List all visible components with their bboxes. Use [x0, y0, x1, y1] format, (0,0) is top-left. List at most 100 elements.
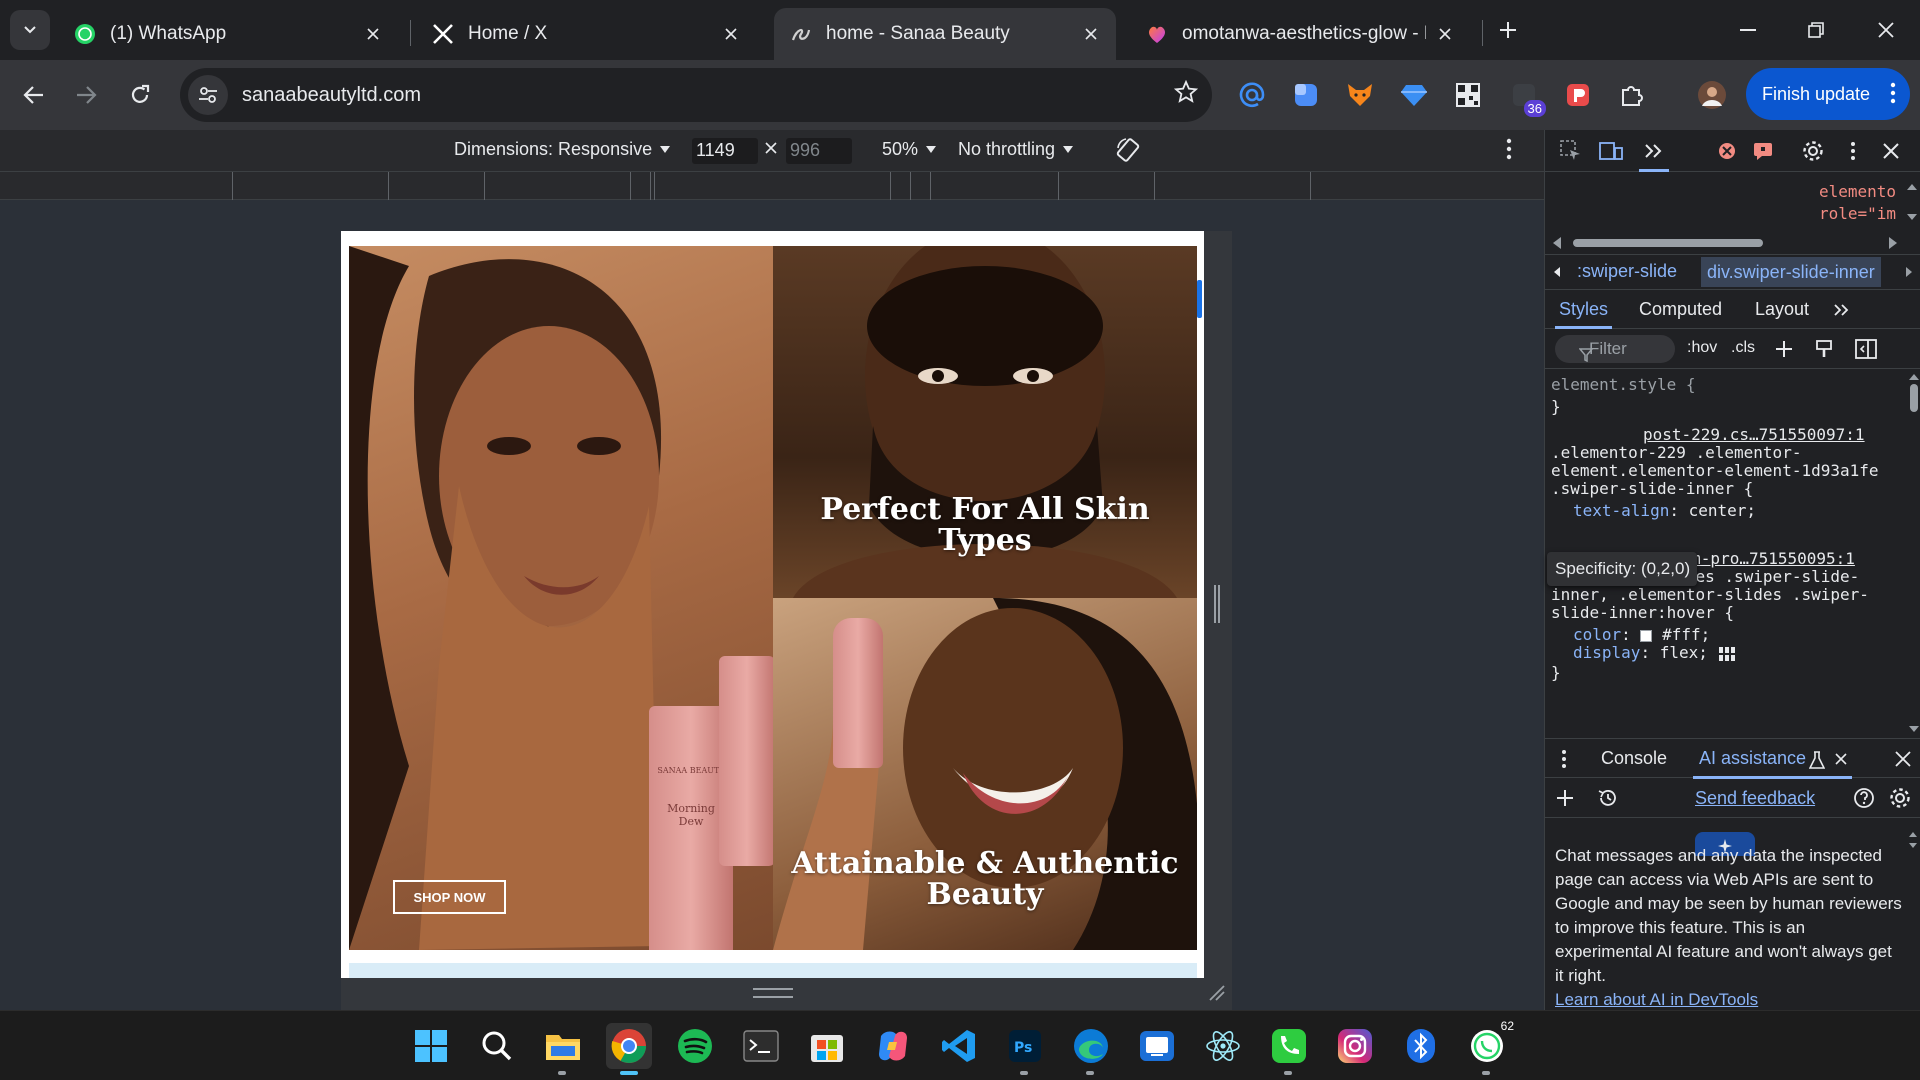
- instagram-icon[interactable]: [1332, 1023, 1378, 1069]
- qr-icon[interactable]: [1450, 77, 1486, 113]
- tab-close-icon[interactable]: [362, 23, 384, 45]
- new-chat-icon[interactable]: [1555, 788, 1575, 808]
- copilot-icon[interactable]: [870, 1023, 916, 1069]
- ai-scrollbar[interactable]: [1907, 830, 1919, 850]
- rotate-icon[interactable]: [1114, 136, 1142, 164]
- tab-layout[interactable]: Layout: [1755, 299, 1809, 320]
- file-explorer-icon[interactable]: [540, 1023, 586, 1075]
- tab-sanaa-beauty[interactable]: home - Sanaa Beauty: [774, 8, 1116, 60]
- device-more-icon[interactable]: [1506, 138, 1512, 160]
- history-icon[interactable]: [1597, 787, 1619, 809]
- width-input[interactable]: 1149: [692, 138, 758, 164]
- close-tab-icon[interactable]: [1835, 753, 1847, 765]
- tab-close-icon[interactable]: [1080, 23, 1102, 45]
- tab-computed[interactable]: Computed: [1639, 299, 1722, 320]
- blue-square-icon[interactable]: [1288, 77, 1324, 113]
- puzzle-icon[interactable]: [1614, 77, 1650, 113]
- style-declaration[interactable]: text-align: center;: [1573, 500, 1756, 522]
- tab-console[interactable]: Console: [1601, 748, 1667, 769]
- color-swatch[interactable]: [1640, 629, 1653, 642]
- tab-close-icon[interactable]: [1434, 23, 1456, 45]
- diamond-icon[interactable]: [1396, 77, 1432, 113]
- address-bar[interactable]: sanaabeautyltd.com: [180, 68, 1212, 122]
- gear-icon[interactable]: [1889, 787, 1911, 809]
- hero-slide-left[interactable]: SANAA BEAUTY Morning Dew SHOP NOW: [349, 246, 773, 950]
- hero-slide-top-right[interactable]: Perfect For All Skin Types: [773, 246, 1197, 598]
- close-drawer-icon[interactable]: [1895, 751, 1911, 767]
- minimize-button[interactable]: [1720, 8, 1776, 52]
- error-count-icon[interactable]: [1715, 139, 1739, 163]
- red-square-icon[interactable]: [1560, 77, 1596, 113]
- gear-icon[interactable]: [1801, 139, 1825, 163]
- hero-slide-bottom-right[interactable]: Attainable & Authentic Beauty: [773, 598, 1197, 950]
- rule-selector[interactable]: slide-inner:hover {: [1551, 602, 1734, 624]
- issues-icon[interactable]: [1751, 139, 1775, 163]
- elements-vscroll[interactable]: [1905, 180, 1919, 224]
- finish-update-button[interactable]: Finish update: [1746, 68, 1910, 120]
- tab-search-button[interactable]: [10, 10, 50, 50]
- tab-ai-assistance[interactable]: AI assistance: [1692, 748, 1853, 779]
- elements-code-line[interactable]: elemento: [1819, 182, 1896, 201]
- send-feedback-link[interactable]: Send feedback: [1695, 788, 1815, 809]
- search-icon[interactable]: [474, 1023, 520, 1069]
- resize-corner-icon[interactable]: [1208, 984, 1226, 1002]
- sidebar-toggle-icon[interactable]: [1855, 339, 1877, 359]
- site-info-button[interactable]: [188, 75, 228, 115]
- terminal-icon[interactable]: [738, 1023, 784, 1069]
- resize-handle-right[interactable]: [1214, 585, 1220, 623]
- close-window-button[interactable]: [1858, 8, 1914, 52]
- height-input[interactable]: 996: [786, 138, 852, 164]
- elements-hscroll[interactable]: [1553, 236, 1897, 250]
- electron-icon[interactable]: [1200, 1023, 1246, 1069]
- drawer-menu-icon[interactable]: [1561, 749, 1567, 769]
- reload-button[interactable]: [118, 73, 162, 117]
- more-tabs-icon[interactable]: [1639, 139, 1669, 163]
- tab-x[interactable]: Home / X: [416, 8, 756, 60]
- inspect-element-icon[interactable]: [1559, 139, 1583, 163]
- tab-styles[interactable]: Styles: [1554, 299, 1613, 329]
- photoshop-icon[interactable]: Ps: [1002, 1023, 1048, 1075]
- microsoft-store-icon[interactable]: [804, 1023, 850, 1069]
- styles-scrollbar[interactable]: [1907, 370, 1920, 738]
- vscode-icon[interactable]: [936, 1023, 982, 1069]
- devtools-more-icon[interactable]: [1841, 139, 1865, 163]
- tab-whatsapp[interactable]: (1) WhatsApp: [58, 8, 398, 60]
- whatsapp-icon[interactable]: 62: [1464, 1019, 1514, 1075]
- crumb-swiper-slide-inner[interactable]: div.swiper-slide-inner: [1701, 257, 1881, 287]
- media-query-bar[interactable]: [0, 172, 1544, 200]
- throttling-dropdown[interactable]: No throttling: [958, 139, 1074, 160]
- crumb-right-icon[interactable]: [1905, 266, 1913, 278]
- help-icon[interactable]: [1853, 787, 1875, 809]
- tab-close-icon[interactable]: [720, 23, 742, 45]
- at-sign-icon[interactable]: [1234, 77, 1270, 113]
- shop-now-button[interactable]: SHOP NOW: [393, 880, 506, 914]
- remote-desktop-icon[interactable]: [1134, 1023, 1180, 1069]
- url-text[interactable]: sanaabeautyltd.com: [242, 84, 421, 107]
- hov-toggle[interactable]: :hov: [1687, 339, 1717, 357]
- back-button[interactable]: [12, 73, 56, 117]
- tab-lovable[interactable]: omotanwa-aesthetics-glow - Lo: [1130, 8, 1470, 60]
- forward-button[interactable]: [64, 73, 108, 117]
- dimensions-dropdown[interactable]: Dimensions: Responsive: [454, 139, 671, 160]
- elements-code-line[interactable]: role="im: [1819, 204, 1896, 223]
- styles-filter-input[interactable]: Filter: [1555, 335, 1675, 363]
- device-toggle-icon[interactable]: [1599, 139, 1623, 163]
- badge-counter-icon[interactable]: 36: [1506, 77, 1546, 117]
- phone-link-icon[interactable]: [1266, 1023, 1312, 1075]
- paint-icon[interactable]: [1815, 339, 1835, 359]
- zoom-dropdown[interactable]: 50%: [882, 139, 937, 160]
- chevron-double-right-icon[interactable]: [1833, 303, 1851, 317]
- spotify-icon[interactable]: [672, 1023, 718, 1069]
- restore-button[interactable]: [1788, 8, 1844, 52]
- learn-about-ai-link[interactable]: Learn about AI in DevTools: [1555, 988, 1905, 1012]
- new-rule-icon[interactable]: [1775, 339, 1797, 361]
- new-tab-button[interactable]: [1492, 14, 1524, 46]
- style-declaration[interactable]: display: flex;: [1573, 642, 1736, 664]
- profile-avatar[interactable]: [1694, 77, 1730, 113]
- bookmark-star-icon[interactable]: [1173, 79, 1199, 109]
- bluetooth-icon[interactable]: [1398, 1023, 1444, 1069]
- page-scrollbar-thumb[interactable]: [1197, 280, 1202, 318]
- edge-icon[interactable]: [1068, 1023, 1114, 1075]
- element-style-selector[interactable]: element.style {: [1551, 374, 1696, 396]
- rule-selector[interactable]: .swiper-slide-inner {: [1551, 478, 1753, 500]
